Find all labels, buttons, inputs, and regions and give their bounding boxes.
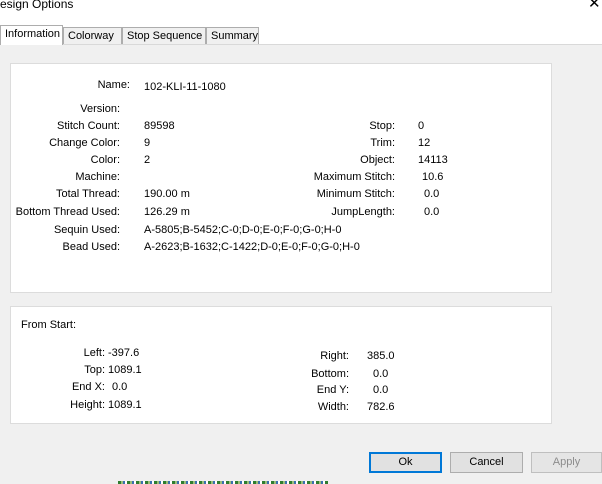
trim-value: 12 [418,137,431,149]
right-label: Right: [320,350,349,362]
object-value: 14113 [418,154,448,166]
information-panel: Name: 102-KLI-11-1080 Version: Stitch Co… [0,45,602,443]
max-stitch-label: Maximum Stitch: [313,171,395,183]
sequin-label: Sequin Used: [53,224,120,236]
bottom-label: Bottom: [311,368,349,380]
color-value: 2 [144,154,151,166]
from-start-heading: From Start: [21,319,77,331]
end-x-value: 0.0 [112,381,128,393]
tab-colorway[interactable]: Colorway [63,27,122,44]
end-y-label: End Y: [316,384,349,396]
bottom-value: 0.0 [373,368,389,380]
jump-length-label: JumpLength: [331,206,395,218]
min-stitch-value: 0.0 [424,188,440,200]
bottom-thread-value: 126.29 m [144,206,190,218]
min-stitch-label: Minimum Stitch: [316,188,395,200]
bottom-thread-label: Bottom Thread Used: [15,206,120,218]
object-label: Object: [360,154,395,166]
name-label: Name: [97,79,130,91]
total-thread-label: Total Thread: [55,188,120,200]
sequin-value: A-5805;B-5452;C-0;D-0;E-0;F-0;G-0;H-0 [144,224,342,236]
end-y-value: 0.0 [373,384,389,396]
from-start-group: From Start: Left: -397.6 Top: 1089.1 End… [10,306,552,424]
stitch-count-label: Stitch Count: [57,120,120,132]
change-color-label: Change Color: [49,137,120,149]
total-thread-value: 190.00 m [144,188,190,200]
top-label: Top: [84,364,105,376]
left-label: Left: [83,347,105,359]
machine-label: Machine: [75,171,120,183]
height-value: 1089.1 [108,399,142,411]
apply-button[interactable]: Apply [531,452,602,473]
tab-strip: Information Colorway Stop Sequence Summa… [0,25,602,46]
design-info-group: Name: 102-KLI-11-1080 Version: Stitch Co… [10,63,552,293]
stop-value: 0 [418,120,425,132]
width-label: Width: [317,401,349,413]
width-value: 782.6 [367,401,395,413]
trim-label: Trim: [370,137,395,149]
change-color-value: 9 [144,137,151,149]
end-x-label: End X: [71,381,105,393]
bead-value: A-2623;B-1632;C-1422;D-0;E-0;F-0;G-0;H-0 [144,241,360,253]
bead-label: Bead Used: [62,241,120,253]
name-value: 102-KLI-11-1080 [144,81,226,93]
height-label: Height: [70,399,105,411]
tab-information[interactable]: Information [0,25,63,45]
left-value: -397.6 [108,347,140,359]
version-label: Version: [80,103,120,115]
top-value: 1089.1 [108,364,142,376]
right-value: 385.0 [367,350,395,362]
button-bar: Ok Cancel Apply [0,443,602,484]
color-label: Color: [90,154,120,166]
cancel-button[interactable]: Cancel [450,452,523,473]
tab-summary[interactable]: Summary [206,27,259,44]
jump-length-value: 0.0 [424,206,440,218]
window-title: esign Options [0,0,74,11]
tab-stop-sequence[interactable]: Stop Sequence [122,27,206,44]
title-bar: esign Options ✕ [0,0,602,18]
close-icon[interactable]: ✕ [588,0,601,11]
stop-label: Stop: [369,120,395,132]
max-stitch-value: 10.6 [422,171,444,183]
ok-button[interactable]: Ok [369,452,442,473]
stitch-count-value: 89598 [144,120,175,132]
